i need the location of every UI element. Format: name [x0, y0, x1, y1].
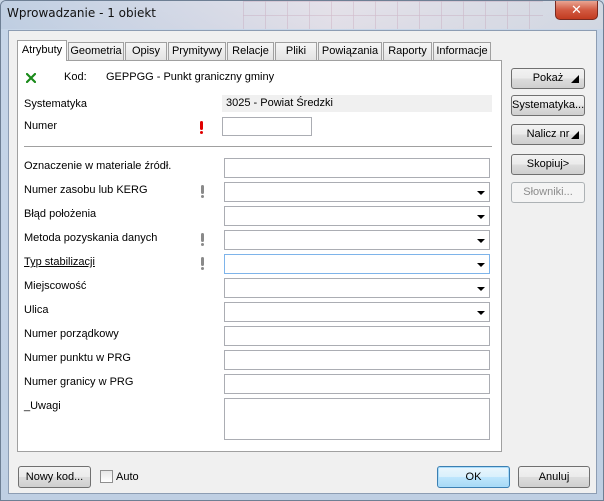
ok-button[interactable]: OK: [437, 466, 510, 488]
recommended-icon: [201, 233, 205, 246]
punkt-prg-input[interactable]: [224, 350, 490, 370]
tab-atrybuty[interactable]: Atrybuty: [17, 40, 67, 61]
recommended-icon: [201, 185, 205, 198]
tab-prymitywy[interactable]: Prymitywy: [168, 42, 226, 60]
menu-arrow-icon: [571, 131, 579, 139]
typ-label: Typ stabilizacji: [24, 256, 95, 268]
nowy-kod-button[interactable]: Nowy kod...: [18, 466, 91, 488]
miejscowosc-label: Miejscowość: [24, 280, 87, 292]
slowniki-button[interactable]: Słowniki...: [511, 182, 585, 203]
kod-value: GEPPGG - Punkt graniczny gminy: [106, 71, 275, 83]
zasob-select[interactable]: [224, 182, 490, 202]
tab-opisy[interactable]: Opisy: [125, 42, 167, 60]
tab-raporty[interactable]: Raporty: [383, 42, 432, 60]
porzadkowy-input[interactable]: [224, 326, 490, 346]
tab-informacje[interactable]: Informacje: [433, 42, 491, 60]
attributes-panel: Kod: GEPPGG - Punkt graniczny gminy Syst…: [17, 60, 502, 452]
dropdown-arrow-icon[interactable]: [477, 239, 485, 243]
close-button[interactable]: ✕: [555, 1, 598, 20]
punkt-prg-label: Numer punktu w PRG: [24, 352, 131, 364]
ulica-select[interactable]: [224, 302, 490, 322]
systematyka-button[interactable]: Systematyka...: [511, 95, 585, 116]
zasob-label: Numer zasobu lub KERG: [24, 184, 148, 196]
dialog-window: Wprowadzanie - 1 obiekt ✕ Atrybuty Geome…: [0, 0, 604, 501]
numer-label: Numer: [24, 120, 58, 132]
kod-label: Kod:: [64, 71, 87, 83]
uwagi-textarea[interactable]: [224, 398, 490, 440]
x-mark-icon: [26, 73, 36, 83]
uwagi-label: _Uwagi: [24, 400, 61, 412]
tab-geometria[interactable]: Geometria: [68, 42, 124, 60]
systematyka-label: Systematyka: [24, 98, 87, 110]
tab-powiazania[interactable]: Powiązania: [318, 42, 382, 60]
oznaczenie-label: Oznaczenie w materiale źródł.: [24, 160, 172, 172]
porzadkowy-label: Numer porządkowy: [24, 328, 119, 340]
recommended-icon: [201, 257, 205, 270]
numer-input[interactable]: [222, 117, 312, 136]
miejscowosc-select[interactable]: [224, 278, 490, 298]
ulica-label: Ulica: [24, 304, 49, 316]
metoda-label: Metoda pozyskania danych: [24, 232, 158, 244]
dialog-client: Atrybuty Geometria Opisy Prymitywy Relac…: [8, 30, 597, 494]
metoda-select[interactable]: [224, 230, 490, 250]
blad-select[interactable]: [224, 206, 490, 226]
auto-checkbox[interactable]: [100, 470, 113, 483]
anuluj-button[interactable]: Anuluj: [518, 466, 590, 488]
dropdown-arrow-icon[interactable]: [477, 263, 485, 267]
oznaczenie-input[interactable]: [224, 158, 490, 178]
required-icon: [200, 121, 204, 134]
window-title: Wprowadzanie - 1 obiekt: [7, 6, 156, 20]
granica-prg-label: Numer granicy w PRG: [24, 376, 134, 388]
separator: [24, 146, 492, 147]
typ-select[interactable]: [224, 254, 490, 274]
systematyka-value: 3025 - Powiat Średzki: [222, 95, 492, 112]
skopiuj-button[interactable]: Skopiuj>: [511, 154, 585, 175]
nalicz-button[interactable]: Nalicz nr: [511, 124, 585, 145]
auto-label: Auto: [116, 471, 139, 483]
granica-prg-input[interactable]: [224, 374, 490, 394]
pokaz-button[interactable]: Pokaż: [511, 68, 585, 89]
tab-pliki[interactable]: Pliki: [275, 42, 317, 60]
tab-relacje[interactable]: Relacje: [227, 42, 274, 60]
dropdown-arrow-icon[interactable]: [477, 287, 485, 291]
menu-arrow-icon: [571, 75, 579, 83]
dropdown-arrow-icon[interactable]: [477, 215, 485, 219]
title-bar[interactable]: Wprowadzanie - 1 obiekt ✕: [1, 1, 603, 29]
dropdown-arrow-icon[interactable]: [477, 191, 485, 195]
blad-label: Błąd położenia: [24, 208, 97, 220]
dropdown-arrow-icon[interactable]: [477, 311, 485, 315]
